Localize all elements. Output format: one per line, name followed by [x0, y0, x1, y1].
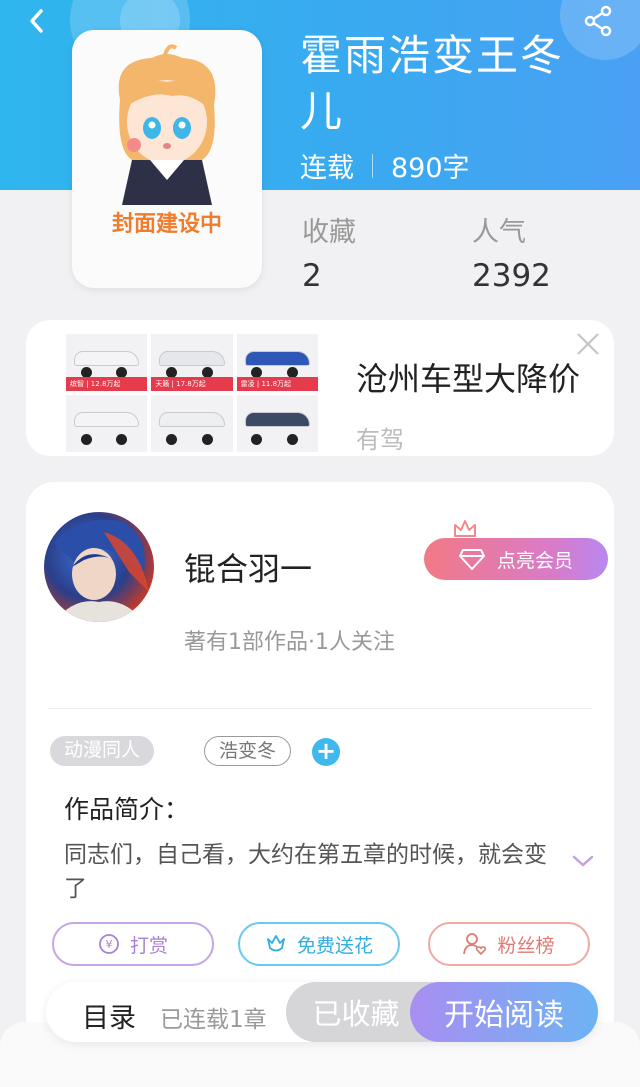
table-of-contents-link[interactable]: 目录	[82, 996, 136, 1035]
tag-category[interactable]: 动漫同人	[50, 736, 155, 766]
ad-banner[interactable]: 缤智 | 12.8万起 天籁 | 17.8万起 雷凌 | 11.8万起 沧州车型大降…	[26, 320, 614, 456]
free-flower-label: 免费送花	[296, 934, 373, 957]
ad-car-tile	[151, 395, 233, 452]
ad-car-tile: 天籁 | 17.8万起	[151, 334, 233, 391]
fans-ranking-button[interactable]: 粉丝榜	[428, 922, 590, 966]
chapter-count: 已连载1章	[160, 1007, 267, 1033]
ad-image-grid: 缤智 | 12.8万起 天籁 | 17.8万起 雷凌 | 11.8万起	[66, 334, 318, 452]
car-image	[159, 351, 225, 366]
diamond-icon	[458, 549, 485, 570]
reward-button[interactable]: ¥ 打赏	[52, 922, 214, 966]
car-wheel	[80, 434, 92, 446]
ad-car-tile: 缤智 | 12.8万起	[66, 334, 148, 391]
car-image	[244, 412, 310, 427]
car-price-label: 天籁 | 17.8万起	[151, 377, 233, 391]
expand-button[interactable]	[570, 852, 596, 870]
anime-girl-illustration	[118, 44, 216, 205]
vip-button-label: 点亮会员	[496, 549, 573, 572]
car-wheel	[201, 434, 213, 446]
car-wheel	[251, 434, 263, 446]
ad-car-tile: 雷凌 | 11.8万起	[236, 334, 318, 391]
car-wheel	[116, 434, 128, 446]
fans-ranking-label: 粉丝榜	[497, 934, 555, 957]
book-meta: 连载 890字	[300, 146, 470, 185]
meta-divider	[372, 153, 373, 178]
free-flower-button[interactable]: 免费送花	[238, 922, 400, 966]
car-image	[159, 412, 225, 427]
car-wheel	[165, 434, 177, 446]
book-cover[interactable]: 封面建设中	[72, 30, 262, 288]
ad-source: 有驾	[356, 426, 404, 454]
avatar-illustration	[54, 519, 149, 622]
favorites-count: 2	[302, 258, 322, 294]
ad-close-button[interactable]	[574, 330, 602, 358]
intro-heading: 作品简介：	[64, 795, 190, 824]
back-button[interactable]	[22, 6, 52, 36]
car-price-label: 雷凌 | 11.8万起	[236, 377, 318, 391]
car-wheel	[287, 434, 299, 446]
favorites-label: 收藏	[302, 217, 356, 248]
author-stats: 著有1部作品·1人关注	[184, 630, 395, 655]
serial-status: 连载	[300, 153, 354, 184]
coin-icon: ¥	[99, 934, 119, 954]
tag-keyword[interactable]: 浩变冬	[204, 736, 292, 766]
popularity-label: 人气	[472, 217, 526, 248]
car-image	[244, 351, 310, 366]
user-heart-icon	[463, 933, 487, 956]
divider	[48, 708, 592, 709]
vip-button[interactable]: 点亮会员	[424, 538, 608, 580]
author-name[interactable]: 锟合羽一	[184, 544, 312, 590]
ad-title: 沧州车型大降价	[356, 360, 581, 398]
book-title: 霍雨浩变王冬儿	[300, 31, 565, 136]
author-avatar[interactable]	[44, 512, 154, 622]
car-image	[74, 351, 140, 366]
car-price-label: 缤智 | 12.8万起	[66, 377, 148, 391]
popularity-count: 2392	[472, 258, 551, 294]
chevron-down-icon	[572, 855, 594, 867]
intro-text: 同志们，自己看，大约在第五章的时候，就会变了	[64, 842, 547, 902]
add-tag-button[interactable]: +	[312, 738, 340, 766]
chevron-left-icon	[30, 9, 43, 33]
word-count: 890字	[391, 153, 470, 184]
cover-placeholder-label: 封面建设中	[111, 212, 222, 237]
start-reading-button[interactable]: 开始阅读	[410, 982, 598, 1042]
close-icon	[577, 333, 599, 355]
reward-label: 打赏	[129, 934, 168, 957]
crown-icon	[454, 520, 476, 537]
svg-text:¥: ¥	[105, 938, 112, 951]
flower-icon	[267, 935, 285, 952]
ad-car-tile	[66, 395, 148, 452]
car-image	[74, 412, 140, 427]
ad-car-tile	[236, 395, 318, 452]
